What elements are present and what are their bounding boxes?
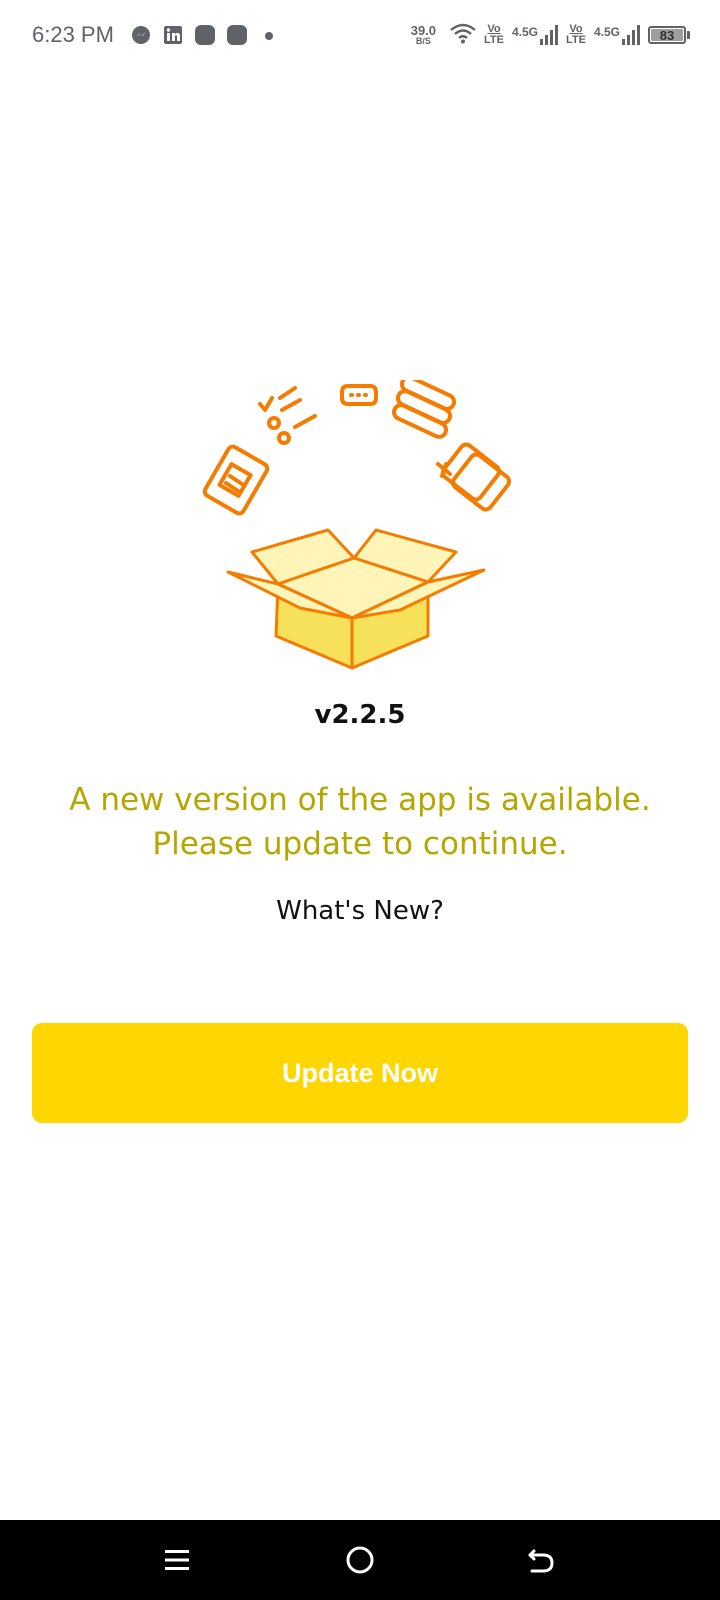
signal-strength-1: 4.5G: [512, 23, 559, 47]
update-message-line1: A new version of the app is available.: [69, 782, 651, 818]
update-screen: 6:23 PM 39.0 B/S Vo LTE 4.5G Vo LTE 4.5G…: [0, 0, 720, 1600]
volte-indicator-2: Vo LTE: [566, 23, 586, 46]
whats-new-link[interactable]: What's New?: [0, 896, 720, 926]
network-speed-unit: B/S: [415, 36, 431, 46]
messenger-icon: [130, 24, 152, 46]
update-message-line2: Please update to continue.: [152, 826, 568, 862]
chat-bubble-icon: [340, 384, 378, 406]
stack-icon: [391, 380, 457, 439]
network-speed: 39.0 B/S: [411, 24, 436, 46]
battery-level: 83: [651, 28, 683, 43]
home-icon[interactable]: [340, 1540, 380, 1580]
status-time: 6:23 PM: [32, 22, 114, 47]
menu-icon[interactable]: [157, 1540, 197, 1580]
app-icon: [226, 24, 248, 46]
update-now-button[interactable]: Update Now: [32, 1023, 688, 1123]
checklist-icon: [258, 386, 317, 445]
update-box-illustration: [202, 380, 512, 670]
signal-bars-icon: [540, 25, 559, 45]
signal-strength-2: 4.5G: [594, 23, 640, 47]
signal-bars-icon: [622, 25, 640, 45]
linkedin-icon: [162, 24, 184, 46]
status-bar: 6:23 PM 39.0 B/S Vo LTE 4.5G Vo LTE 4.5G…: [0, 0, 720, 72]
document-icon: [202, 444, 270, 516]
version-label: v2.2.5: [314, 700, 406, 730]
back-icon[interactable]: [521, 1540, 561, 1580]
battery-icon: 83: [648, 26, 690, 44]
wifi-icon: [450, 22, 476, 49]
open-box-icon: [226, 528, 486, 670]
status-indicators: 39.0 B/S Vo LTE 4.5G Vo LTE 4.5G 83: [411, 20, 690, 50]
more-dot-icon: [258, 24, 280, 46]
cards-icon: [436, 442, 512, 512]
notification-icons: [130, 24, 280, 46]
volte-indicator-1: Vo LTE: [484, 23, 504, 46]
update-message: A new version of the app is available. P…: [0, 778, 720, 866]
navigation-bar: [0, 1520, 720, 1600]
app-icon: [194, 24, 216, 46]
